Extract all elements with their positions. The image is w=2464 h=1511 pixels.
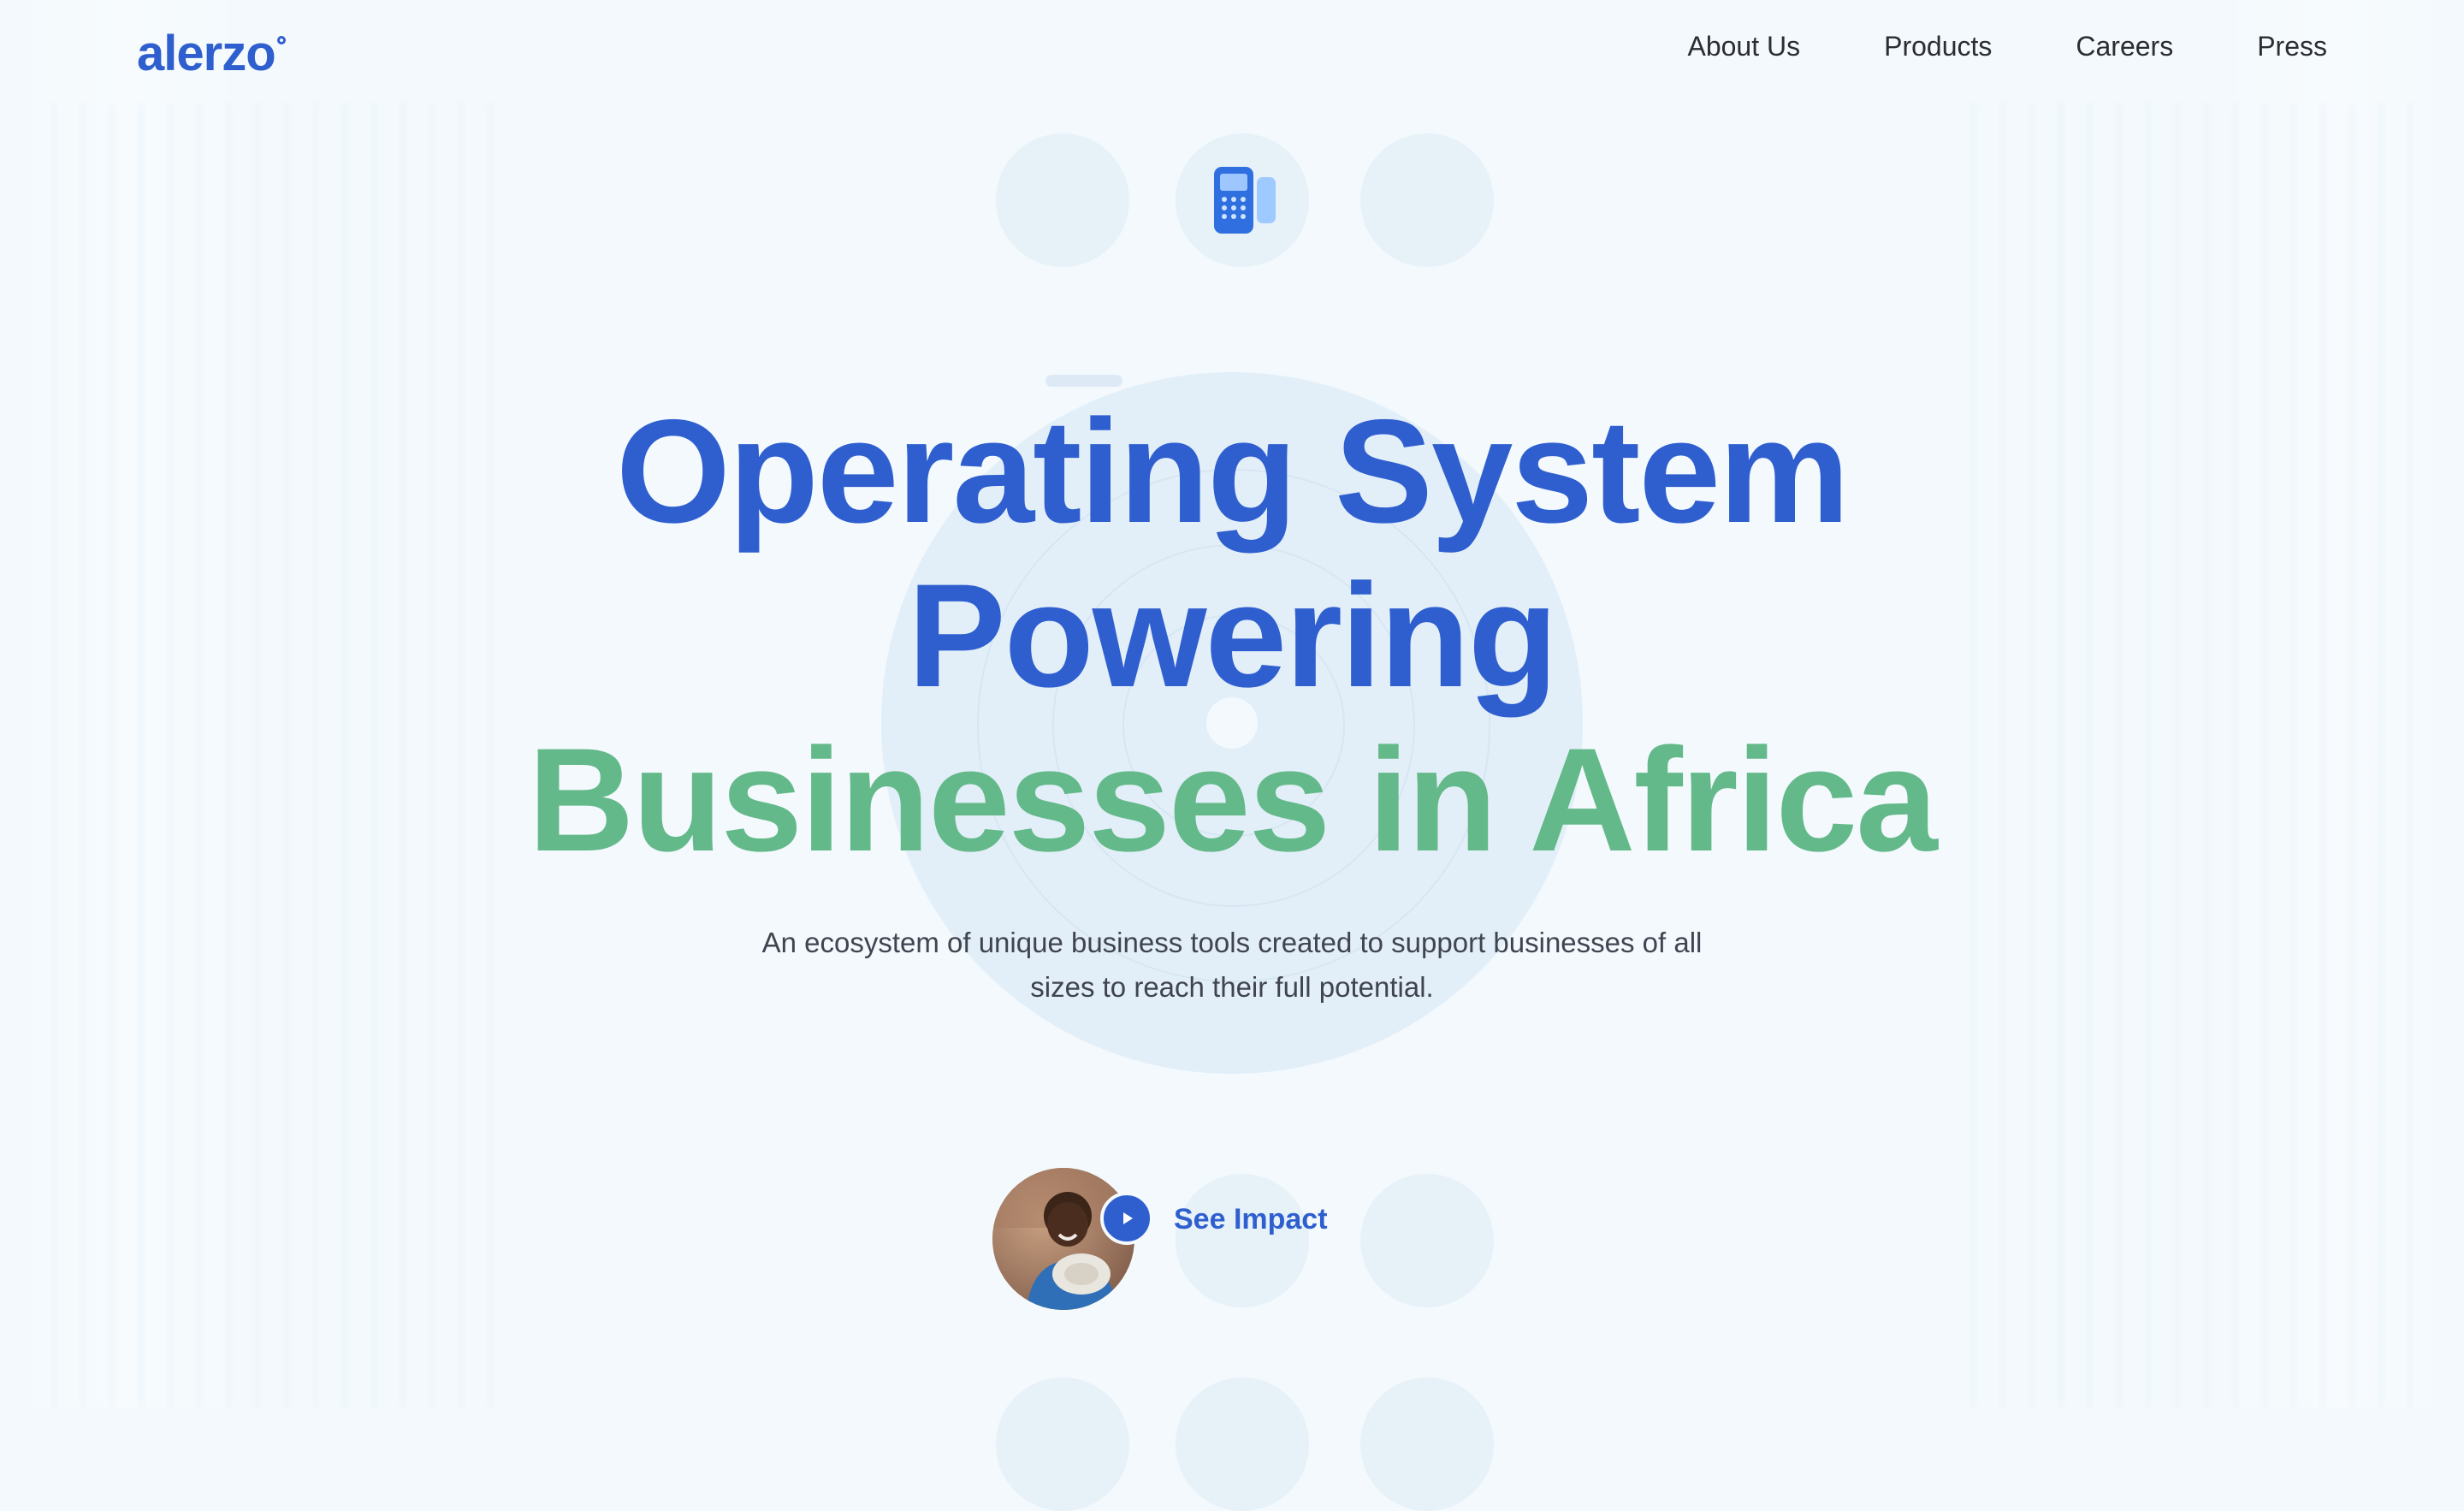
nav-item-about-us[interactable]: About Us <box>1687 31 1800 62</box>
play-button[interactable] <box>1100 1192 1153 1245</box>
pos-terminal-badge <box>1176 133 1309 267</box>
decor-circle <box>1176 1378 1309 1511</box>
alerzo-logo[interactable]: alerzo <box>137 29 286 79</box>
hero-subtitle: An ecosystem of unique business tools cr… <box>0 921 2464 1010</box>
hero-line-2: Powering <box>907 554 1558 718</box>
decor-circle <box>996 1378 1129 1511</box>
hero-subtitle-line-1: An ecosystem of unique business tools cr… <box>761 927 1703 958</box>
pos-terminal-icon <box>1214 167 1276 234</box>
decor-circle <box>996 133 1129 267</box>
decor-bar <box>1045 375 1122 387</box>
hero-line-3: Businesses in Africa <box>528 718 1938 882</box>
logo-text: alerzo <box>137 26 276 81</box>
see-impact-label[interactable]: See Impact <box>1174 1200 1328 1238</box>
hero-subtitle-line-2: sizes to reach their full potential. <box>1030 971 1434 1003</box>
decor-circle <box>1176 1174 1309 1307</box>
nav-item-press[interactable]: Press <box>2257 31 2327 62</box>
logo-mark <box>276 36 286 44</box>
decor-circle <box>1360 1378 1494 1511</box>
hero-heading: Operating System Powering Businesses in … <box>0 389 2464 882</box>
nav-item-careers[interactable]: Careers <box>2076 31 2173 62</box>
decor-circle <box>1360 1174 1494 1307</box>
play-icon <box>1123 1212 1133 1224</box>
nav-item-products[interactable]: Products <box>1884 31 1992 62</box>
site-header: alerzo About Us Products Careers Press <box>0 0 2464 106</box>
decor-circle <box>1360 133 1494 267</box>
hero-line-1: Operating System <box>616 389 1850 554</box>
main-nav: About Us Products Careers Press <box>1687 31 2327 62</box>
